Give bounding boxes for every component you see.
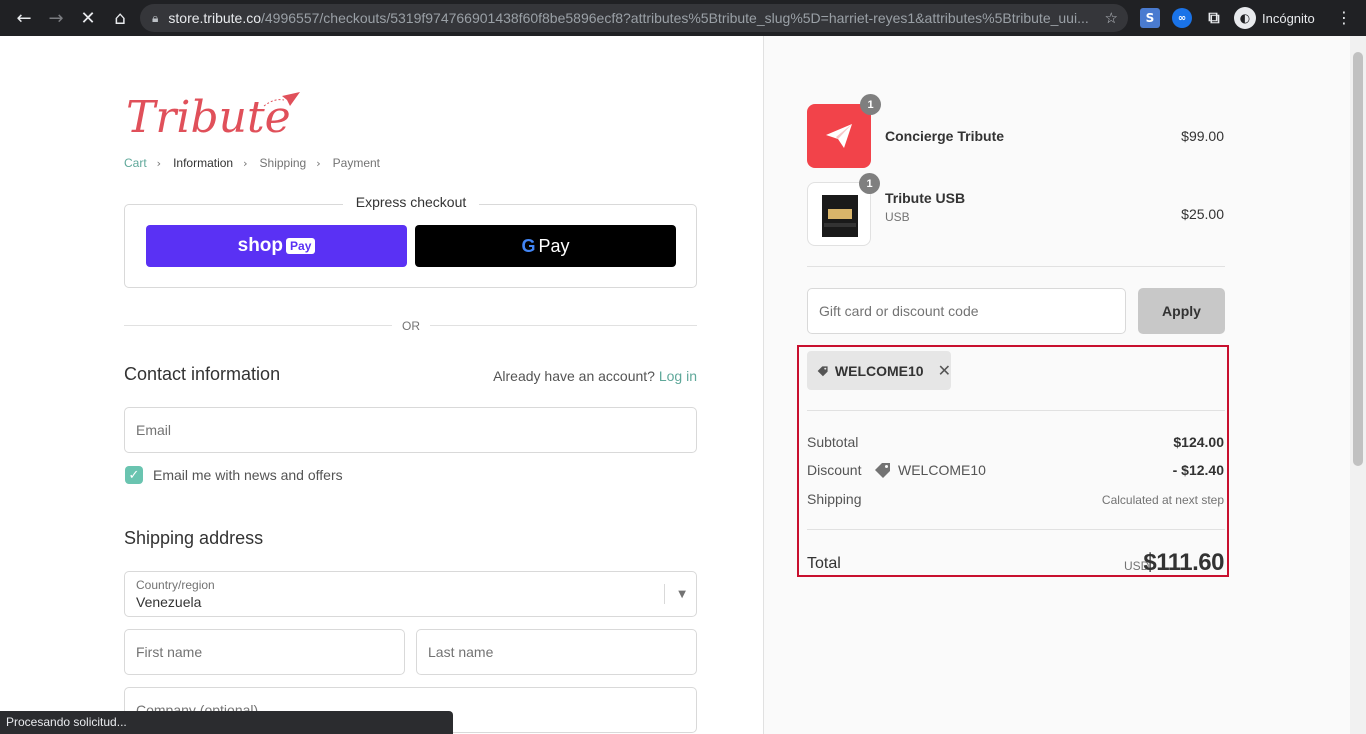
paper-plane-icon bbox=[826, 124, 852, 148]
or-divider-text: OR bbox=[402, 319, 420, 333]
subtotal-value: $124.00 bbox=[1173, 434, 1224, 450]
tribute-logo[interactable]: Tribute bbox=[124, 88, 304, 143]
shipping-label: Shipping bbox=[807, 491, 862, 507]
summary-divider bbox=[807, 266, 1225, 267]
summary-divider bbox=[807, 410, 1225, 411]
shop-pay-button[interactable]: shop Pay bbox=[146, 225, 407, 267]
logo-text: Tribute bbox=[126, 92, 291, 140]
forward-icon[interactable]: → bbox=[40, 2, 72, 34]
incognito-profile[interactable]: ◐ Incógnito bbox=[1234, 6, 1315, 30]
tag-icon bbox=[875, 463, 890, 478]
usb-box-image bbox=[822, 195, 858, 237]
product-thumbnail-concierge: 1 bbox=[807, 94, 881, 168]
tag-icon bbox=[817, 365, 828, 376]
divider-right bbox=[430, 325, 697, 326]
login-link[interactable]: Log in bbox=[659, 368, 697, 384]
product-price: $99.00 bbox=[1181, 128, 1224, 144]
country-select[interactable]: Country/region Venezuela ▼ bbox=[124, 571, 697, 617]
chevron-right-icon: › bbox=[243, 156, 248, 170]
product-thumbnail-usb: 1 bbox=[807, 173, 880, 246]
browser-nav: ← → ✕ ⌂ bbox=[8, 2, 136, 34]
chevron-right-icon: › bbox=[156, 156, 162, 170]
discount-label: Discount bbox=[807, 462, 862, 478]
product-name: Tribute USB bbox=[885, 190, 966, 206]
bookmark-star-icon[interactable]: ☆ bbox=[1105, 9, 1118, 27]
contact-information-title: Contact information bbox=[124, 364, 281, 384]
browser-toolbar: ← → ✕ ⌂ 🔒︎ store.tribute.co/4996557/chec… bbox=[0, 0, 1366, 36]
extension-infinity-icon[interactable]: ∞ bbox=[1172, 8, 1192, 28]
browser-status-bar: Procesando solicitud... bbox=[0, 711, 453, 734]
newsletter-checkbox[interactable]: ✓ bbox=[125, 466, 143, 484]
newsletter-label[interactable]: Email me with news and offers bbox=[153, 467, 343, 483]
product-variant: USB bbox=[885, 210, 910, 224]
discount-code-input[interactable]: Gift card or discount code bbox=[807, 288, 1126, 334]
total-value: $111.60 bbox=[1143, 549, 1224, 576]
first-name-field[interactable]: First name bbox=[124, 629, 405, 675]
chevron-right-icon: › bbox=[316, 156, 321, 170]
scrollbar-thumb[interactable] bbox=[1353, 52, 1363, 466]
total-label: Total bbox=[807, 555, 841, 572]
breadcrumb: Cart › Information › Shipping › Payment bbox=[124, 156, 386, 170]
subtotal-label: Subtotal bbox=[807, 434, 859, 450]
extension-s-icon[interactable]: S bbox=[1140, 8, 1160, 28]
discount-value: - $12.40 bbox=[1172, 462, 1224, 478]
shipping-address-title: Shipping address bbox=[124, 528, 264, 548]
breadcrumb-shipping: Shipping bbox=[259, 156, 307, 170]
shipping-value: Calculated at next step bbox=[1101, 493, 1224, 507]
stop-loading-icon[interactable]: ✕ bbox=[72, 2, 104, 34]
quantity-badge: 1 bbox=[859, 173, 880, 194]
breadcrumb-payment: Payment bbox=[332, 156, 380, 170]
google-pay-button[interactable]: G Pay bbox=[415, 225, 676, 267]
breadcrumb-cart[interactable]: Cart bbox=[124, 156, 147, 170]
applied-discount-tag: WELCOME10 ✕ bbox=[807, 351, 951, 390]
summary-divider bbox=[807, 529, 1225, 530]
extensions-puzzle-icon[interactable]: ⧉ bbox=[1204, 8, 1224, 28]
divider-left bbox=[124, 325, 392, 326]
url-text[interactable]: store.tribute.co/4996557/checkouts/5319f… bbox=[168, 10, 1088, 26]
back-icon[interactable]: ← bbox=[8, 2, 40, 34]
browser-menu-icon[interactable]: ⋮ bbox=[1336, 8, 1352, 27]
last-name-field[interactable]: Last name bbox=[416, 629, 697, 675]
quantity-badge: 1 bbox=[860, 94, 881, 115]
remove-discount-icon[interactable]: ✕ bbox=[938, 361, 951, 380]
product-price: $25.00 bbox=[1181, 206, 1224, 222]
discount-code-display: WELCOME10 bbox=[874, 462, 986, 478]
email-field[interactable]: Email bbox=[124, 407, 697, 453]
incognito-icon: ◐ bbox=[1234, 7, 1256, 29]
express-checkout-title: Express checkout bbox=[343, 194, 479, 210]
breadcrumb-information: Information bbox=[173, 156, 234, 170]
google-g-icon: G bbox=[521, 235, 536, 256]
lock-icon[interactable]: 🔒︎ bbox=[152, 11, 158, 26]
product-name: Concierge Tribute bbox=[885, 128, 1005, 144]
address-bar[interactable]: 🔒︎ store.tribute.co/4996557/checkouts/53… bbox=[140, 4, 1128, 32]
account-prompt: Already have an account? Log in bbox=[493, 368, 697, 384]
chevron-down-icon: ▼ bbox=[664, 584, 686, 604]
apply-button[interactable]: Apply bbox=[1138, 288, 1225, 334]
home-icon[interactable]: ⌂ bbox=[104, 2, 136, 34]
